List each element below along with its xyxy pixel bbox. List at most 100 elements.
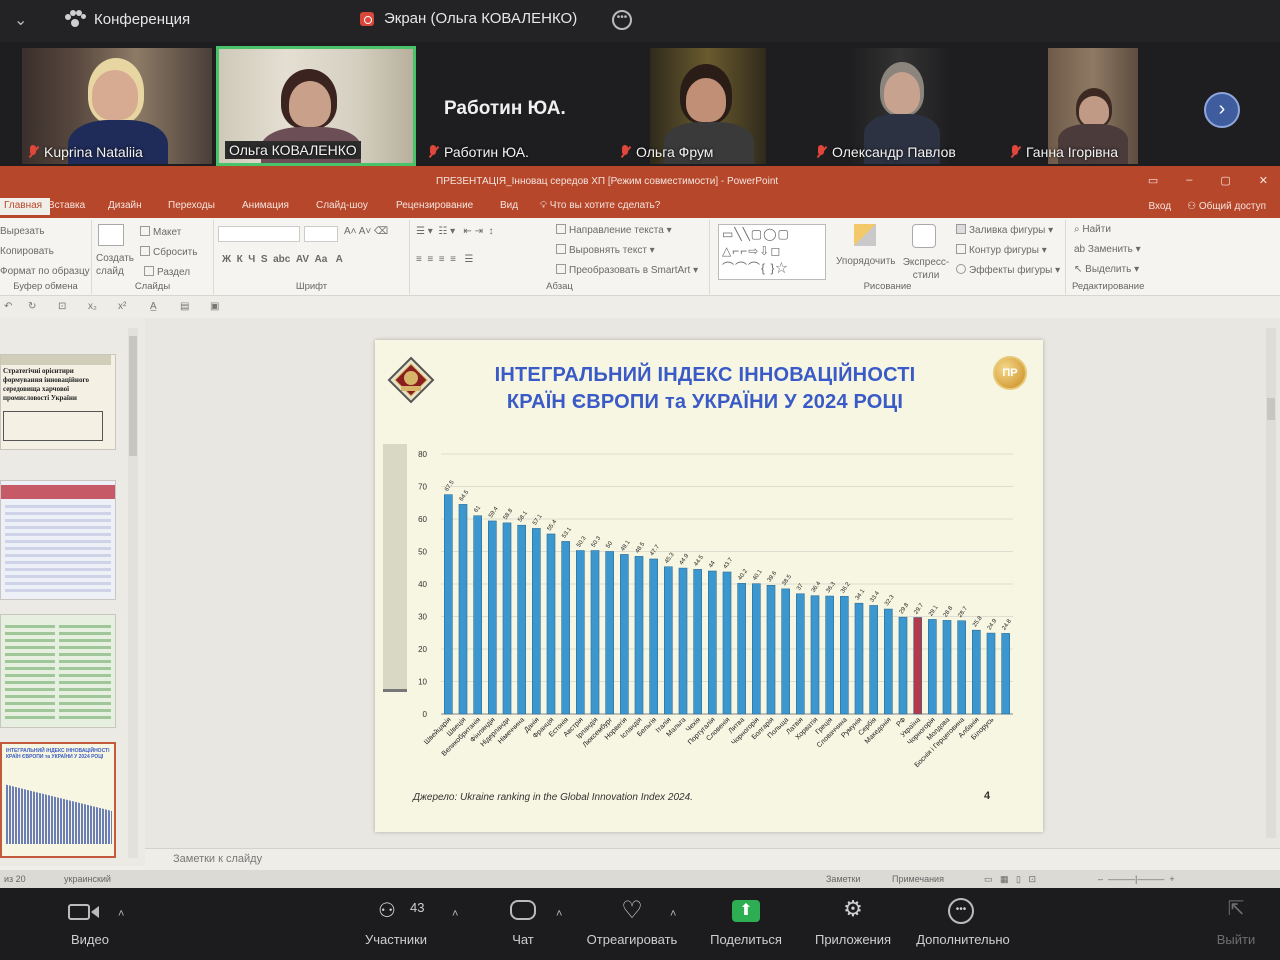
- share-button[interactable]: ⚇ Общий доступ: [1187, 201, 1266, 212]
- new-slide-button[interactable]: Создать слайд: [96, 252, 136, 278]
- start-slideshow-icon[interactable]: ⊡: [58, 301, 66, 312]
- tab-view[interactable]: Вид: [500, 200, 518, 211]
- notes-pane[interactable]: Заметки к слайду: [145, 848, 1280, 870]
- chart-bar: [649, 558, 658, 715]
- leave-button[interactable]: ⇱ Выйти: [1206, 896, 1266, 947]
- participant-tile[interactable]: Работин ЮА. Работин ЮА.: [422, 48, 612, 164]
- video-button[interactable]: Видео: [60, 896, 120, 947]
- tab-insert[interactable]: Вставка: [48, 200, 85, 211]
- align-buttons[interactable]: ≡ ≡ ≡ ≡ ☰: [416, 254, 473, 265]
- tab-home[interactable]: Главная: [0, 198, 51, 215]
- replace-button[interactable]: ab Заменить ▾: [1074, 244, 1141, 255]
- format-painter-button[interactable]: Формат по образцу: [0, 266, 90, 277]
- participant-tile[interactable]: Олександр Павлов: [810, 48, 1000, 164]
- paragraph-group: ☰ ▾ ☷ ▾ ⇤ ⇥ ↕ ≡ ≡ ≡ ≡ ☰ Направление текс…: [410, 220, 710, 294]
- quick-styles-icon[interactable]: [912, 224, 936, 248]
- participants-options-chevron-icon[interactable]: ˄: [452, 908, 458, 920]
- more-button[interactable]: ••• Дополнительно: [910, 896, 1016, 947]
- undo-icon[interactable]: ↶: [4, 301, 12, 312]
- bar-data-label: 44: [708, 560, 717, 569]
- maximize-icon[interactable]: ▢: [1220, 174, 1230, 187]
- view-buttons[interactable]: ▭ ▦ ▯ ⊡: [984, 874, 1036, 885]
- heart-icon: ♡: [621, 897, 643, 924]
- slide-thumbnail[interactable]: Стратегічні орієнтири формування інновац…: [0, 354, 116, 450]
- copy-button[interactable]: Копировать: [0, 246, 54, 257]
- slide-canvas[interactable]: ІНТЕГРАЛЬНИЙ ІНДЕКС ІННОВАЦІЙНОСТІ КРАЇН…: [375, 340, 1043, 832]
- participants-button[interactable]: ⚇ 43 Участники: [356, 896, 436, 947]
- screen-share-indicator[interactable]: Экран (Ольга КОВАЛЕНКО): [360, 10, 577, 27]
- lightbulb-icon: 💡︎: [540, 200, 547, 211]
- video-options-chevron-icon[interactable]: ˄: [118, 908, 124, 920]
- view-options-icon[interactable]: •••: [612, 10, 632, 30]
- slide-thumbnail[interactable]: [0, 480, 116, 600]
- slide-icon[interactable]: ▣: [210, 301, 219, 312]
- text-direction-button[interactable]: Направление текста ▾: [556, 224, 672, 236]
- tab-review[interactable]: Рецензирование: [396, 200, 473, 211]
- close-icon[interactable]: ✕: [1259, 174, 1268, 187]
- y-tick-label: 60: [418, 515, 427, 524]
- font-size-select[interactable]: [304, 226, 338, 242]
- participant-name: Kuprina Nataliia: [28, 144, 143, 160]
- layout-button[interactable]: Макет: [140, 226, 181, 238]
- redo-icon[interactable]: ↻: [28, 301, 36, 312]
- minimize-icon[interactable]: –: [1186, 174, 1192, 187]
- editor-scrollbar[interactable]: [1266, 328, 1276, 838]
- tab-design[interactable]: Дизайн: [108, 200, 142, 211]
- react-options-chevron-icon[interactable]: ˄: [670, 908, 676, 920]
- react-button[interactable]: ♡ Отреагировать: [582, 896, 682, 947]
- tab-animations[interactable]: Анимация: [242, 200, 289, 211]
- ribbon-display-icon[interactable]: ▭: [1148, 174, 1158, 187]
- language-indicator[interactable]: украинский: [64, 874, 111, 884]
- align-text-button[interactable]: Выровнять текст ▾: [556, 244, 655, 256]
- subscript-icon[interactable]: x₂: [88, 301, 97, 312]
- chat-options-chevron-icon[interactable]: ˄: [556, 908, 562, 920]
- tab-transitions[interactable]: Переходы: [168, 200, 215, 211]
- new-slide-icon[interactable]: [98, 224, 124, 246]
- text-format-buttons[interactable]: Ж К Ч S abc AV Aa A: [222, 254, 343, 265]
- cut-button[interactable]: Вырезать: [0, 226, 44, 237]
- list-buttons[interactable]: ☰ ▾ ☷ ▾ ⇤ ⇥ ↕: [416, 226, 494, 237]
- shape-outline-button[interactable]: Контур фигуры ▾: [956, 244, 1047, 256]
- font-family-select[interactable]: [218, 226, 300, 242]
- chart-bar: [605, 551, 614, 715]
- collapse-chevron-icon[interactable]: ⌄: [14, 10, 27, 30]
- chat-button[interactable]: Чат: [500, 896, 546, 947]
- arrange-button[interactable]: Упорядочить: [836, 256, 896, 267]
- share-screen-button[interactable]: ⬆ Поделиться: [704, 896, 788, 947]
- tab-slideshow[interactable]: Слайд-шоу: [316, 200, 368, 211]
- arrange-icon[interactable]: [854, 224, 876, 246]
- select-button[interactable]: ↖ Выделить ▾: [1074, 264, 1139, 275]
- apps-button[interactable]: ⚙ Приложения: [808, 896, 898, 947]
- zoom-slider[interactable]: – ———|——— +: [1098, 874, 1175, 884]
- quick-styles-button[interactable]: Экспресс-стили: [902, 256, 950, 282]
- tell-me-search[interactable]: 💡︎ Что вы хотите сделать?: [540, 200, 660, 211]
- participant-tile[interactable]: Ганна Ігорівна: [1004, 48, 1174, 164]
- shapes-gallery[interactable]: ▭╲╲▢◯▢ △⌐⌐⇨⇩◻ ⌒⌒⌒{ }☆: [718, 224, 826, 280]
- text-box-icon[interactable]: A̲: [150, 301, 157, 312]
- group-label: Редактирование: [1072, 281, 1145, 292]
- zoom-bottom-toolbar: Видео ˄ ⚇ 43 Участники ˄ Чат ˄ ♡ Отреаги…: [0, 888, 1280, 960]
- participant-tile[interactable]: Ольга Фрум: [614, 48, 804, 164]
- chat-bubble-icon: [500, 896, 546, 926]
- notes-toggle[interactable]: Заметки: [826, 874, 860, 884]
- font-size-buttons[interactable]: A˄ A˅ ⌫: [344, 226, 388, 237]
- sign-in-link[interactable]: Вход: [1148, 201, 1171, 212]
- shape-effects-button[interactable]: Эффекты фигуры ▾: [956, 264, 1060, 276]
- shape-fill-button[interactable]: Заливка фигуры ▾: [956, 224, 1053, 236]
- comments-toggle[interactable]: Примечания: [892, 874, 944, 884]
- image-icon[interactable]: ▤: [180, 301, 189, 312]
- slide-thumbnail-selected[interactable]: ІНТЕГРАЛЬНИЙ ІНДЕКС ІННОВАЦІЙНОСТІ КРАЇН…: [0, 742, 116, 858]
- participant-tile[interactable]: Kuprina Nataliia: [22, 48, 212, 164]
- bar-data-label: 53.1: [561, 526, 573, 540]
- participant-name: Ольга Фрум: [620, 144, 713, 160]
- next-page-chevron-icon[interactable]: ›: [1204, 92, 1240, 128]
- ribbon: Вырезать Копировать Формат по образцу Бу…: [0, 218, 1280, 296]
- section-button[interactable]: Раздел: [144, 266, 190, 278]
- thumbnails-scrollbar[interactable]: [128, 328, 138, 858]
- smartart-button[interactable]: Преобразовать в SmartArt ▾: [556, 264, 698, 276]
- superscript-icon[interactable]: x²: [118, 301, 126, 312]
- find-button[interactable]: ⌕ Найти: [1074, 224, 1111, 235]
- slide-thumbnail[interactable]: [0, 614, 116, 728]
- reset-button[interactable]: Сбросить: [140, 246, 197, 258]
- participant-tile-active-speaker[interactable]: Ольга КОВАЛЕНКО: [216, 46, 416, 166]
